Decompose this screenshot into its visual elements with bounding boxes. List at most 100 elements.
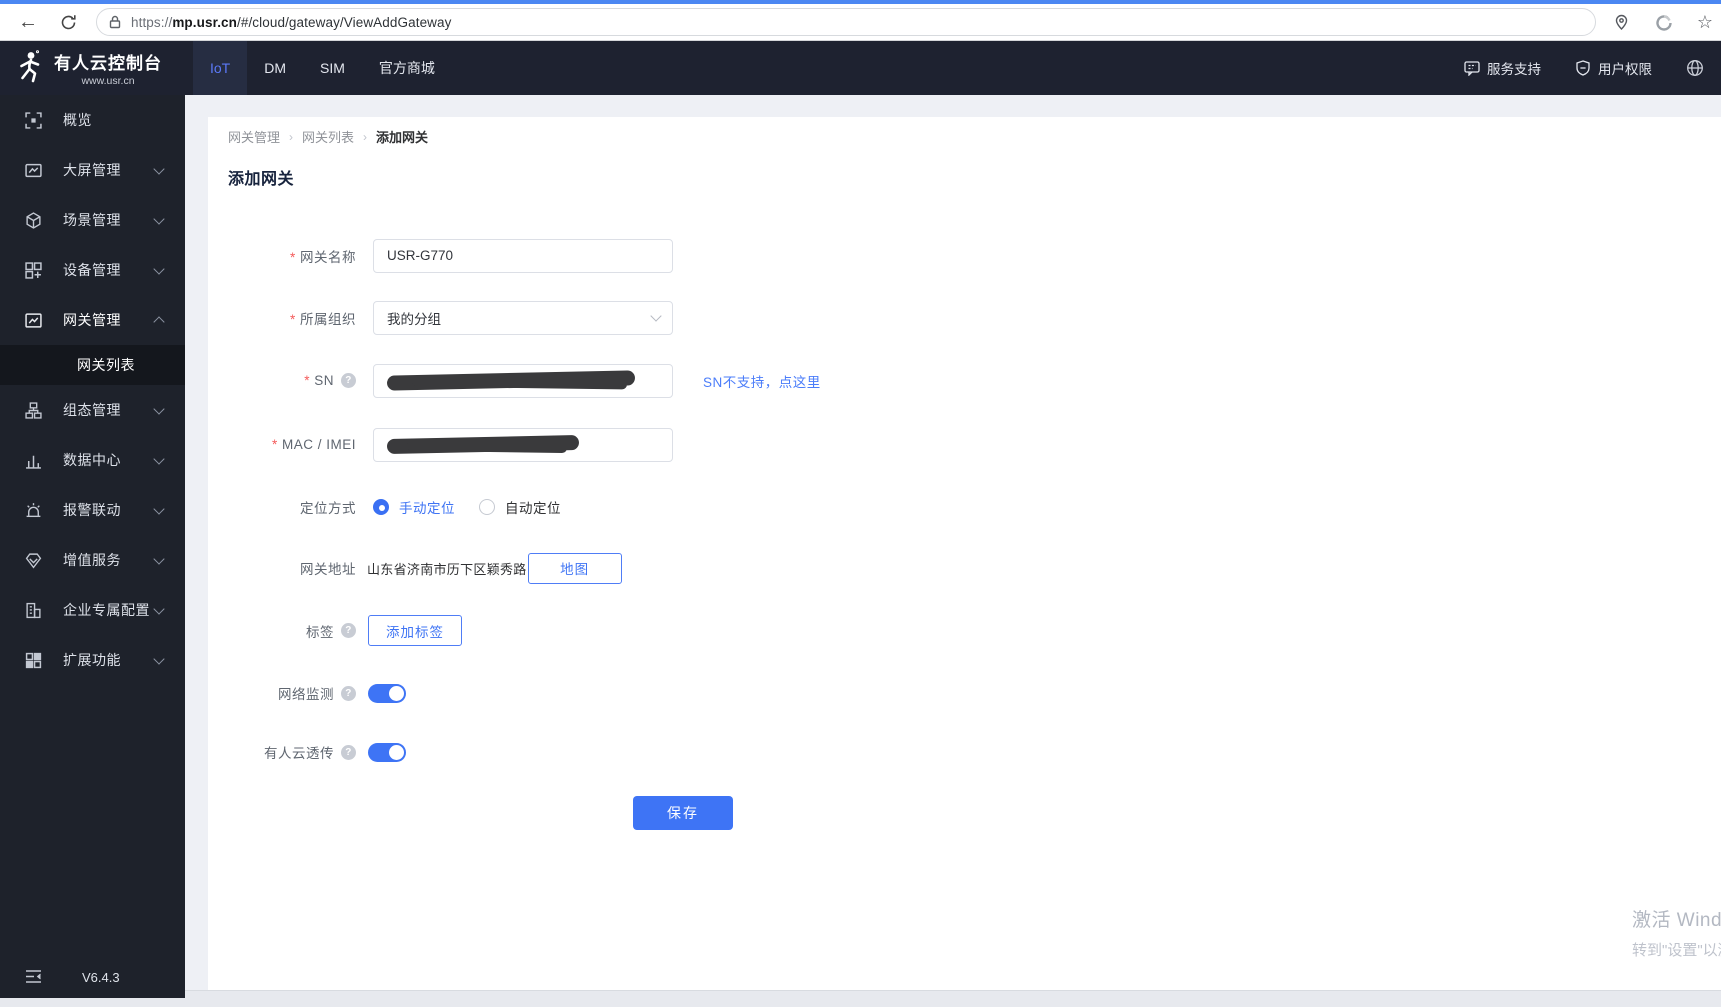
service-support-label: 服务支持 bbox=[1487, 62, 1541, 77]
tab-sim[interactable]: SIM bbox=[303, 41, 362, 95]
sidebar-item-scene[interactable]: 场景管理 bbox=[0, 195, 185, 245]
cloud-passthrough-help-icon[interactable]: ? bbox=[341, 744, 356, 760]
map-button[interactable]: 地图 bbox=[527, 552, 622, 584]
sidebar-footer: V6.4.3 bbox=[0, 963, 185, 993]
horizontal-scrollbar-track[interactable] bbox=[0, 990, 1721, 1007]
toggle-knob bbox=[389, 744, 404, 760]
address-label: 网关地址 bbox=[300, 562, 356, 577]
url-text: https://mp.usr.cn/#/cloud/gateway/ViewAd… bbox=[131, 14, 452, 30]
organization-label: 所属组织 bbox=[290, 308, 356, 328]
radio-manual-positioning[interactable] bbox=[373, 499, 389, 515]
gateway-name-input[interactable] bbox=[373, 238, 673, 273]
redaction-scribble bbox=[406, 440, 568, 453]
extension-badge-icon[interactable] bbox=[1646, 4, 1682, 41]
globe-icon bbox=[1687, 60, 1703, 76]
sidebar-item-bigscreen[interactable]: 大屏管理 bbox=[0, 145, 185, 195]
breadcrumb: 网关管理 › 网关列表 › 添加网关 bbox=[228, 127, 428, 146]
sidebar-item-extension[interactable]: 扩展功能 bbox=[0, 635, 185, 685]
breadcrumb-gateway-mgmt[interactable]: 网关管理 bbox=[228, 127, 280, 146]
sidebar-item-datacenter[interactable]: 数据中心 bbox=[0, 435, 185, 485]
mac-masked-value: 08602000000000 bbox=[387, 429, 659, 461]
sidebar-subitem-gateway-list[interactable]: 网关列表 bbox=[0, 345, 185, 385]
row-address: 网关地址 山东省济南市历下区颖秀路 地图 bbox=[208, 552, 622, 584]
chevron-down-icon bbox=[153, 162, 165, 175]
tab-iot[interactable]: IoT bbox=[193, 41, 248, 95]
tab-official-mall[interactable]: 官方商城 bbox=[362, 41, 452, 95]
chevron-up-icon bbox=[153, 316, 165, 328]
main-content: 网关管理 › 网关列表 › 添加网关 添加网关 网关名称 所属组织 我的分组 S… bbox=[208, 117, 1721, 990]
chevron-down-icon bbox=[153, 402, 165, 415]
sidebar-item-gateway[interactable]: 网关管理 bbox=[0, 295, 185, 345]
network-monitor-help-icon[interactable]: ? bbox=[341, 685, 356, 701]
user-permission[interactable]: 用户权限 bbox=[1575, 58, 1652, 78]
extension-icon bbox=[25, 652, 42, 668]
sn-not-supported-link[interactable]: SN不支持，点这里 bbox=[703, 371, 821, 391]
manual-positioning-label[interactable]: 手动定位 bbox=[399, 497, 455, 517]
breadcrumb-gateway-list[interactable]: 网关列表 bbox=[302, 127, 354, 146]
row-gateway-name: 网关名称 bbox=[208, 238, 673, 273]
auto-positioning-label[interactable]: 自动定位 bbox=[505, 497, 561, 517]
bigscreen-icon bbox=[25, 163, 42, 177]
network-monitor-label: 网络监测 bbox=[278, 687, 334, 702]
overview-icon bbox=[25, 111, 42, 129]
windows-activation-watermark: 激活 Windows 转到"设置"以激活 Windows。 bbox=[1632, 905, 1721, 960]
chevron-down-icon bbox=[650, 309, 662, 322]
cloud-passthrough-label: 有人云透传 bbox=[264, 746, 334, 761]
scada-icon bbox=[25, 401, 42, 419]
toggle-knob bbox=[389, 685, 404, 701]
sidebar-item-scada[interactable]: 组态管理 bbox=[0, 385, 185, 435]
tags-help-icon[interactable]: ? bbox=[341, 623, 356, 638]
logo-subtitle: www.usr.cn bbox=[81, 75, 135, 87]
watermark-line2: 转到"设置"以激活 Windows。 bbox=[1632, 942, 1721, 959]
network-monitor-toggle[interactable] bbox=[368, 683, 406, 703]
page-title: 添加网关 bbox=[228, 171, 295, 188]
breadcrumb-separator: › bbox=[363, 129, 368, 144]
back-icon[interactable]: ← bbox=[12, 4, 44, 41]
sidebar-item-vas[interactable]: 增值服务 bbox=[0, 535, 185, 585]
chevron-down-icon bbox=[153, 652, 165, 665]
row-mac-imei: MAC / IMEI 08602000000000 bbox=[208, 427, 673, 462]
location-pin-icon[interactable] bbox=[1604, 4, 1638, 41]
row-tags: 标签 ? 添加标签 bbox=[208, 615, 462, 646]
cloud-passthrough-toggle[interactable] bbox=[368, 742, 406, 762]
chevron-down-icon bbox=[153, 262, 165, 275]
vas-icon bbox=[25, 552, 42, 569]
service-support[interactable]: 服务支持 bbox=[1464, 58, 1541, 78]
row-sn: SN ? 02502024092100000200 SN不支持，点这里 bbox=[208, 363, 821, 398]
scene-icon bbox=[26, 211, 41, 229]
sidebar-item-device[interactable]: 设备管理 bbox=[0, 245, 185, 295]
radio-auto-positioning[interactable] bbox=[479, 499, 495, 515]
gateway-name-label: 网关名称 bbox=[290, 246, 356, 266]
user-permission-label: 用户权限 bbox=[1598, 62, 1652, 77]
sn-masked-value: 02502024092100000200 bbox=[387, 365, 659, 397]
language-globe[interactable] bbox=[1686, 59, 1711, 77]
refresh-icon[interactable] bbox=[52, 4, 84, 41]
organization-select[interactable]: 我的分组 bbox=[373, 300, 673, 335]
breadcrumb-separator: › bbox=[289, 129, 294, 144]
collapse-sidebar-icon[interactable] bbox=[25, 969, 42, 984]
lock-icon bbox=[109, 15, 121, 29]
sn-input[interactable]: 02502024092100000200 bbox=[373, 363, 673, 398]
enterprise-icon bbox=[26, 602, 41, 618]
save-button[interactable]: 保存 bbox=[633, 796, 733, 830]
tab-dm[interactable]: DM bbox=[247, 41, 303, 95]
logo[interactable]: 有人云控制台 www.usr.cn bbox=[0, 49, 185, 87]
mac-imei-input[interactable]: 08602000000000 bbox=[373, 427, 673, 462]
usr-logo-icon bbox=[20, 50, 40, 83]
sn-help-icon[interactable]: ? bbox=[341, 373, 356, 388]
sidebar-item-enterprise[interactable]: 企业专属配置 bbox=[0, 585, 185, 635]
favorite-star-icon[interactable]: ☆ bbox=[1688, 4, 1721, 41]
add-tag-button[interactable]: 添加标签 bbox=[368, 615, 462, 646]
chevron-down-icon bbox=[153, 212, 165, 225]
browser-toolbar: ← https://mp.usr.cn/#/cloud/gateway/View… bbox=[0, 4, 1721, 41]
address-bar[interactable]: https://mp.usr.cn/#/cloud/gateway/ViewAd… bbox=[96, 8, 1596, 36]
row-positioning: 定位方式 手动定位 自动定位 bbox=[208, 497, 561, 517]
chevron-down-icon bbox=[153, 552, 165, 565]
topnav-right: 服务支持 用户权限 bbox=[1430, 41, 1721, 95]
watermark-line1: 激活 Windows bbox=[1632, 910, 1721, 931]
sidebar-item-alarm[interactable]: 报警联动 bbox=[0, 485, 185, 535]
sidebar-item-overview[interactable]: 概览 bbox=[0, 95, 185, 145]
row-organization: 所属组织 我的分组 bbox=[208, 300, 673, 335]
sn-label: SN bbox=[304, 373, 334, 388]
chevron-down-icon bbox=[153, 452, 165, 465]
